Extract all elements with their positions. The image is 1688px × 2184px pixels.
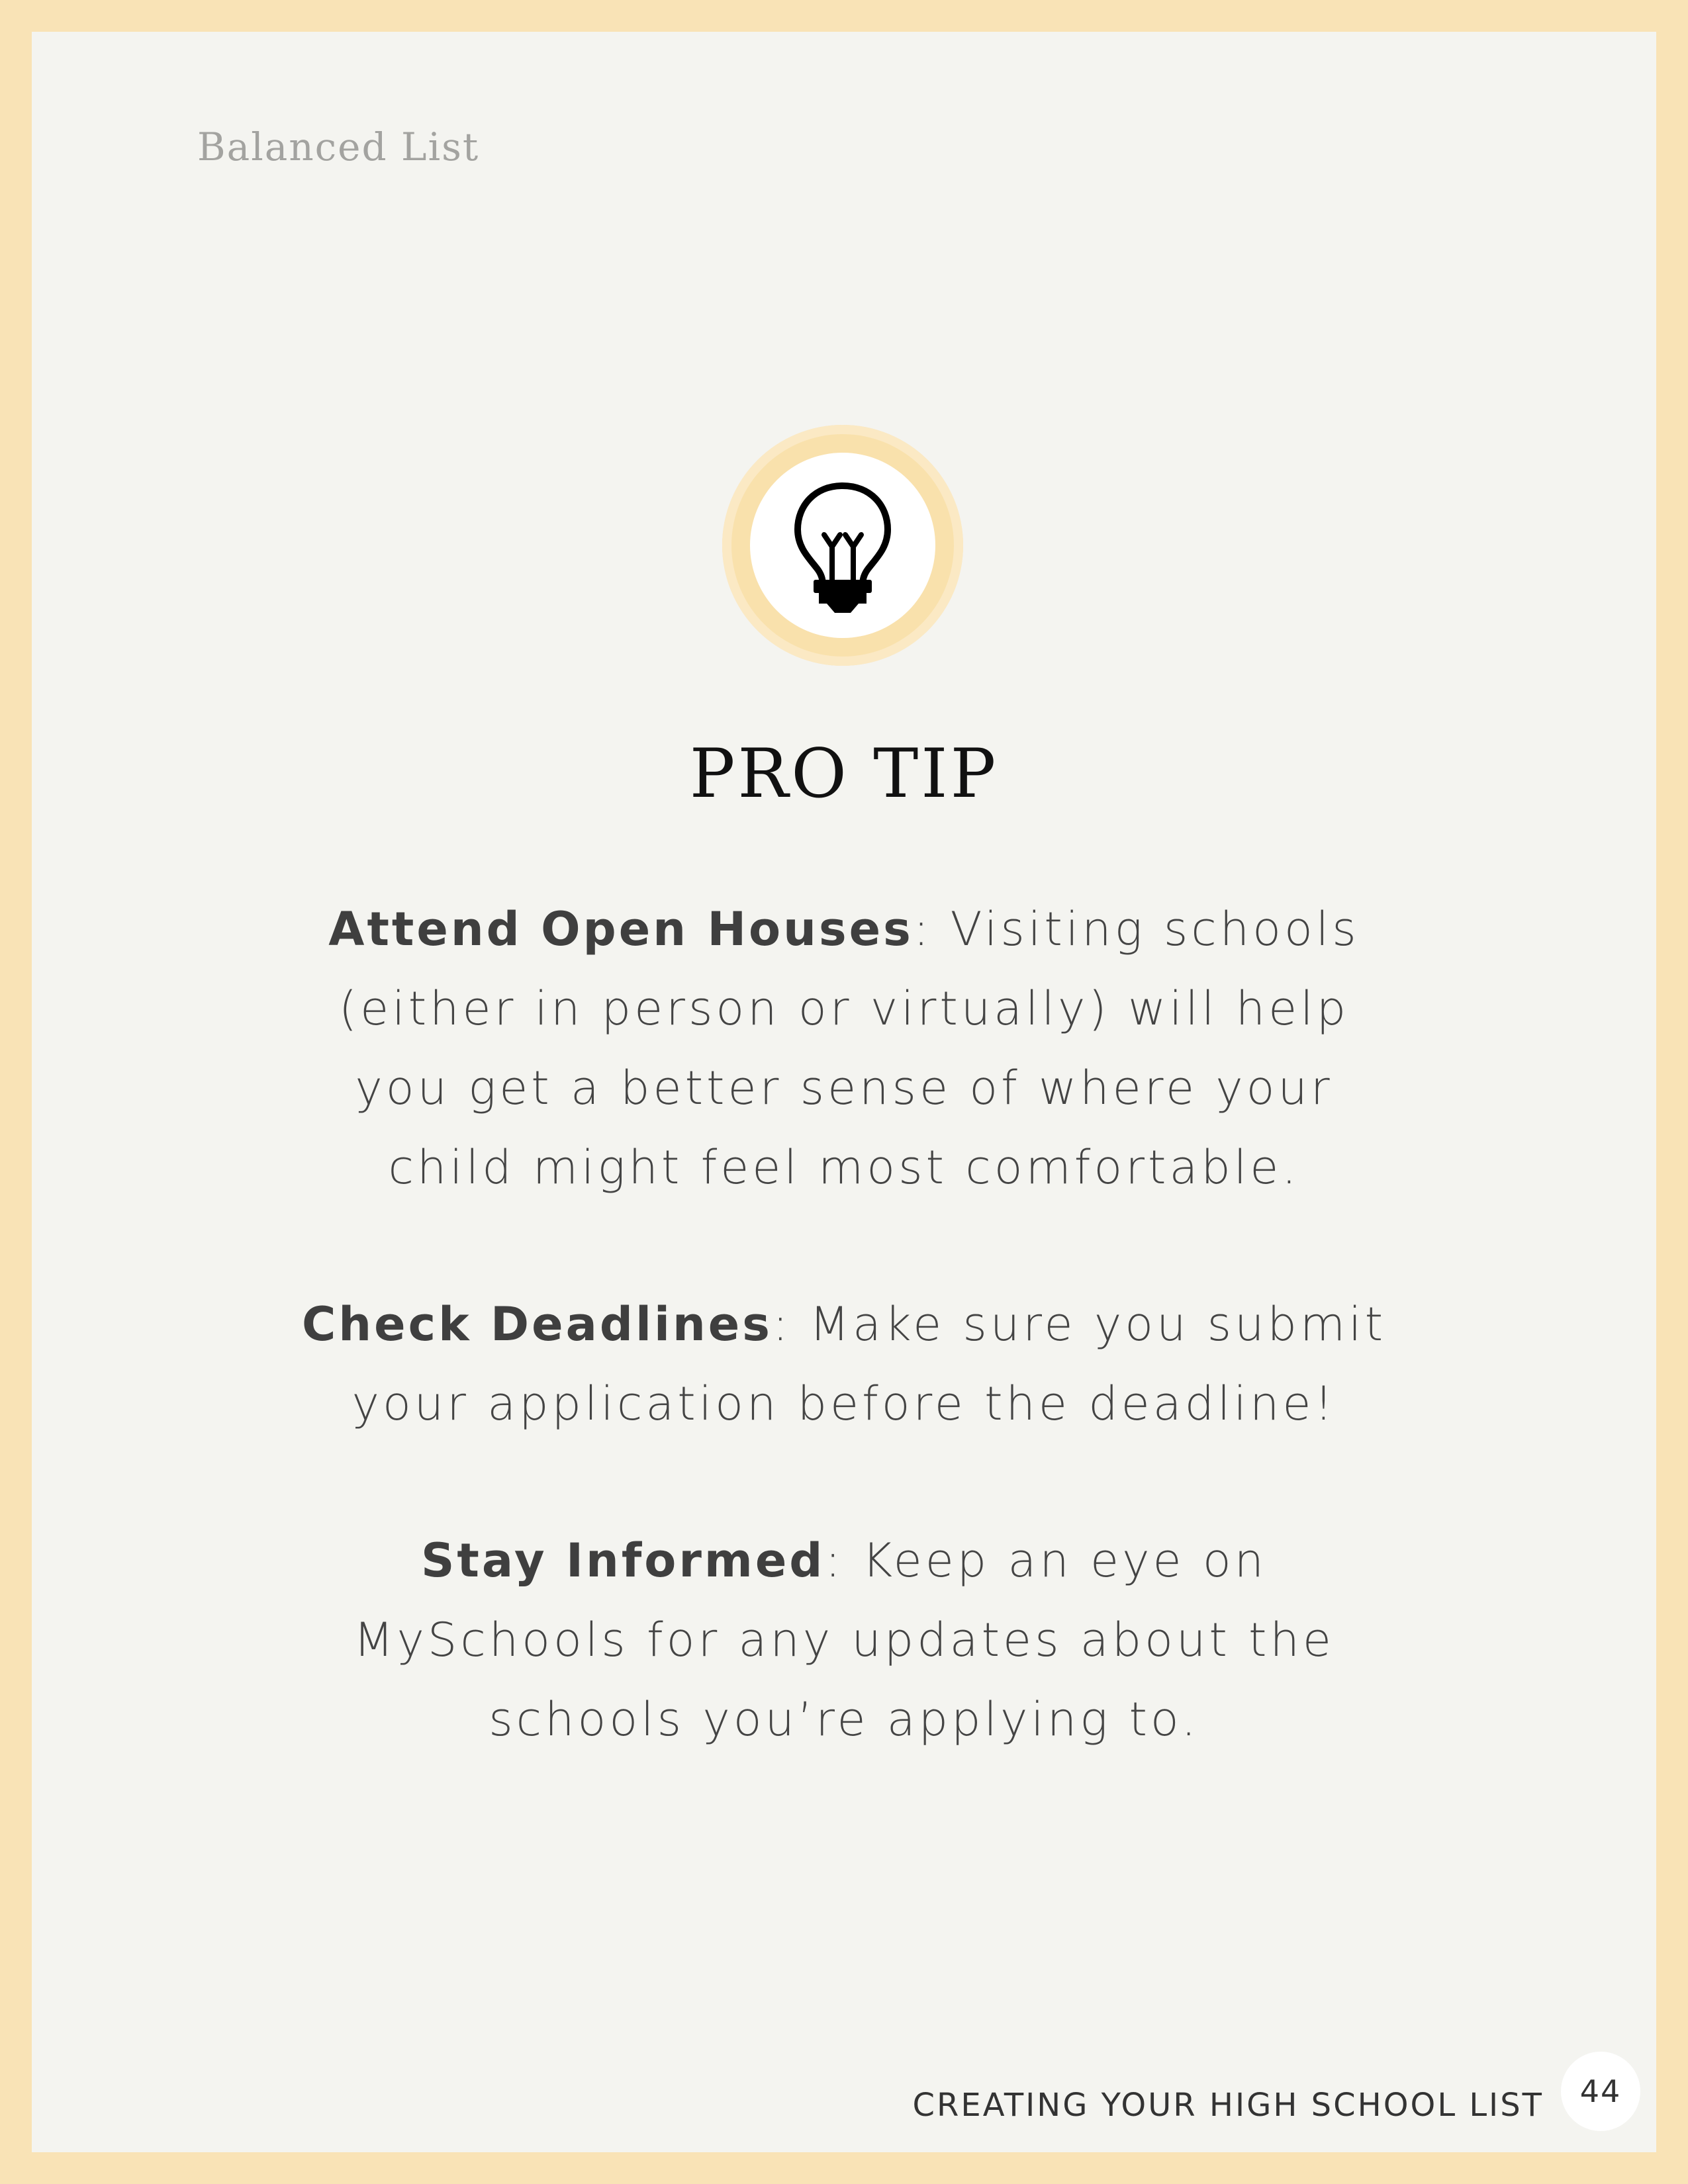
footer-section-label: CREATING YOUR HIGH SCHOOL LIST xyxy=(912,2087,1544,2124)
running-head: Balanced List xyxy=(197,124,480,169)
tip-item-stay-informed: Stay Informed: Keep an eye on MySchools … xyxy=(283,1521,1405,1759)
tip-item-open-houses: Attend Open Houses: Visiting schools (ei… xyxy=(283,889,1405,1207)
tip-item-label: Stay Informed xyxy=(420,1533,825,1588)
lightbulb-icon xyxy=(794,482,891,613)
document-page: Balanced List PRO TIP Attend Open Houses… xyxy=(32,32,1656,2152)
tip-item-deadlines: Check Deadlines: Make sure you submit yo… xyxy=(283,1285,1405,1443)
pro-tip-title: PRO TIP xyxy=(689,735,999,813)
page-number: 44 xyxy=(1561,2052,1640,2131)
tip-item-label: Attend Open Houses xyxy=(328,902,914,956)
tip-item-label: Check Deadlines xyxy=(301,1297,773,1351)
pro-tip-badge xyxy=(722,425,963,666)
